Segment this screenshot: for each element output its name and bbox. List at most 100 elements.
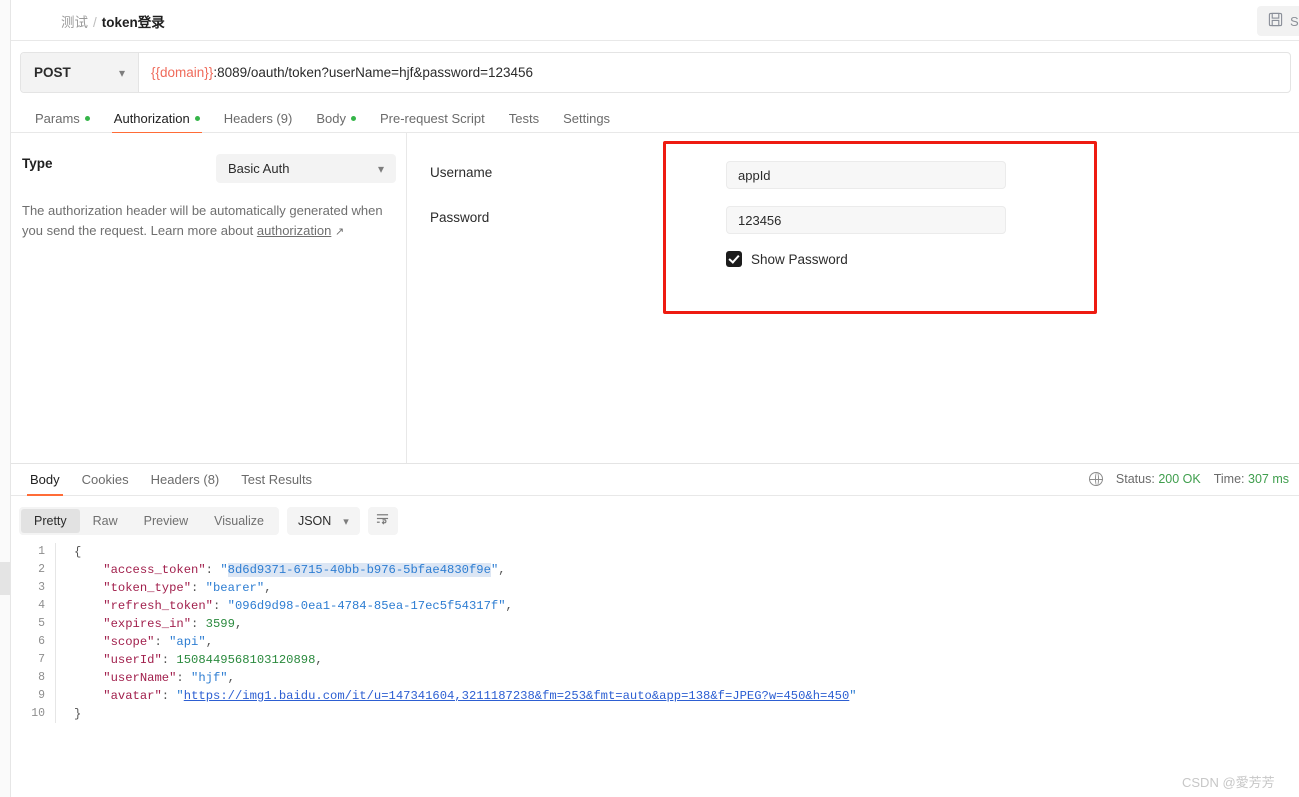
authorization-learn-more-link[interactable]: authorization — [257, 223, 331, 238]
tab-tests[interactable]: Tests — [497, 103, 551, 133]
request-tabs: Params Authorization Headers (9) Body Pr… — [11, 103, 1299, 133]
tab-settings[interactable]: Settings — [551, 103, 622, 133]
code-token: 8d6d9371-6715-40bb-b976-5bfae4830f9e — [228, 563, 491, 577]
tab-pre-request-script-label: Pre-request Script — [380, 111, 485, 126]
breadcrumb-parent[interactable]: 测试 — [61, 15, 88, 30]
response-body-code[interactable]: 1{2 "access_token": "8d6d9371-6715-40bb-… — [11, 543, 1299, 797]
line-number: 2 — [11, 561, 55, 579]
code-line: 9 "avatar": "https://img1.baidu.com/it/u… — [11, 687, 1299, 705]
response-body-toolbar: Pretty Raw Preview Visualize JSON ▾ — [11, 501, 1299, 541]
code-line-text: "access_token": "8d6d9371-6715-40bb-b976… — [56, 561, 1299, 579]
breadcrumb-current[interactable]: token登录 — [102, 15, 165, 30]
status-badge: Status: 200 OK — [1116, 472, 1201, 486]
code-token: { — [74, 545, 81, 559]
response-format-select[interactable]: JSON ▾ — [287, 507, 360, 535]
code-token: , — [264, 581, 271, 595]
code-token: "bearer" — [206, 581, 265, 595]
save-button[interactable]: Sa — [1257, 6, 1299, 36]
left-sidebar-rail — [0, 0, 11, 797]
code-line: 2 "access_token": "8d6d9371-6715-40bb-b9… — [11, 561, 1299, 579]
code-token: "refresh_token" — [103, 599, 213, 613]
time-badge: Time: 307 ms — [1214, 472, 1289, 486]
line-number: 9 — [11, 687, 55, 705]
tab-headers[interactable]: Headers (9) — [212, 103, 305, 133]
response-tab-headers[interactable]: Headers (8) — [140, 464, 231, 495]
response-tab-cookies[interactable]: Cookies — [71, 464, 140, 495]
show-password-row[interactable]: Show Password — [726, 251, 848, 267]
response-tab-body[interactable]: Body — [19, 464, 71, 495]
response-tab-test-results[interactable]: Test Results — [230, 464, 323, 495]
code-token: } — [74, 707, 81, 721]
code-line-text: "scope": "api", — [56, 633, 1299, 651]
authorization-type-pane: Type Basic Auth ▾ The authorization head… — [11, 133, 407, 463]
chevron-down-icon: ▾ — [378, 162, 384, 176]
breadcrumb-separator: / — [93, 15, 97, 30]
code-line-text: } — [56, 705, 1299, 723]
code-token — [74, 689, 103, 703]
line-number: 8 — [11, 669, 55, 687]
response-view-mode-group: Pretty Raw Preview Visualize — [19, 507, 279, 535]
url-input[interactable]: {{domain}}:8089/oauth/token?userName=hjf… — [139, 53, 1290, 92]
tab-authorization[interactable]: Authorization — [102, 103, 212, 133]
tab-body[interactable]: Body — [304, 103, 368, 133]
show-password-checkbox[interactable] — [726, 251, 742, 267]
time-label: Time: — [1214, 472, 1245, 486]
wrap-lines-button[interactable] — [368, 507, 398, 535]
code-line-text: "expires_in": 3599, — [56, 615, 1299, 633]
code-token: "hjf" — [191, 671, 228, 685]
chevron-down-icon: ▾ — [343, 515, 349, 528]
code-line: 6 "scope": "api", — [11, 633, 1299, 651]
breadcrumb: 测试 / token登录 — [61, 11, 165, 31]
external-link-icon: ↗ — [335, 226, 344, 238]
response-tab-test-results-label: Test Results — [241, 472, 312, 487]
code-token: " — [849, 689, 856, 703]
view-mode-pretty[interactable]: Pretty — [21, 509, 80, 533]
tab-params[interactable]: Params — [23, 103, 102, 133]
username-input[interactable]: appId — [726, 161, 1006, 189]
params-modified-dot — [85, 116, 90, 121]
tab-settings-label: Settings — [563, 111, 610, 126]
code-lines: 1{2 "access_token": "8d6d9371-6715-40bb-… — [11, 543, 1299, 723]
http-method-select[interactable]: POST ▾ — [21, 53, 139, 92]
view-mode-raw[interactable]: Raw — [80, 509, 131, 533]
code-token: " — [176, 689, 183, 703]
basic-auth-fields-pane: Username Password appId 123456 Show Pass… — [408, 133, 1299, 463]
code-line: 8 "userName": "hjf", — [11, 669, 1299, 687]
code-token: , — [235, 617, 242, 631]
tab-body-label: Body — [316, 111, 346, 126]
code-line: 3 "token_type": "bearer", — [11, 579, 1299, 597]
floppy-disk-icon — [1268, 12, 1283, 30]
password-input-value: 123456 — [738, 213, 781, 228]
view-mode-preview-label: Preview — [144, 514, 188, 528]
password-label: Password — [430, 210, 489, 225]
code-token — [74, 617, 103, 631]
line-number: 6 — [11, 633, 55, 651]
line-number: 3 — [11, 579, 55, 597]
code-line-text: "userId": 1508449568103120898, — [56, 651, 1299, 669]
response-format-value: JSON — [298, 514, 331, 528]
auth-type-value: Basic Auth — [228, 161, 289, 176]
code-token: : — [154, 635, 169, 649]
url-bar: POST ▾ {{domain}}:8089/oauth/token?userN… — [20, 52, 1291, 93]
code-token: : — [162, 689, 177, 703]
code-token: "api" — [169, 635, 206, 649]
code-token: "expires_in" — [103, 617, 191, 631]
code-token: , — [506, 599, 513, 613]
chevron-down-icon: ▾ — [119, 66, 125, 80]
url-variable: {{domain}} — [151, 65, 213, 80]
view-mode-preview[interactable]: Preview — [131, 509, 201, 533]
code-line: 7 "userId": 1508449568103120898, — [11, 651, 1299, 669]
line-number: 4 — [11, 597, 55, 615]
code-line-text: { — [56, 543, 1299, 561]
auth-type-select[interactable]: Basic Auth ▾ — [216, 154, 396, 183]
password-input[interactable]: 123456 — [726, 206, 1006, 234]
auth-type-label: Type — [22, 156, 53, 171]
code-token: , — [206, 635, 213, 649]
tab-tests-label: Tests — [509, 111, 539, 126]
view-mode-visualize[interactable]: Visualize — [201, 509, 277, 533]
sidebar-drag-handle[interactable] — [0, 562, 10, 595]
response-tab-cookies-label: Cookies — [82, 472, 129, 487]
code-token: , — [228, 671, 235, 685]
code-line-text: "refresh_token": "096d9d98-0ea1-4784-85e… — [56, 597, 1299, 615]
tab-pre-request-script[interactable]: Pre-request Script — [368, 103, 497, 133]
